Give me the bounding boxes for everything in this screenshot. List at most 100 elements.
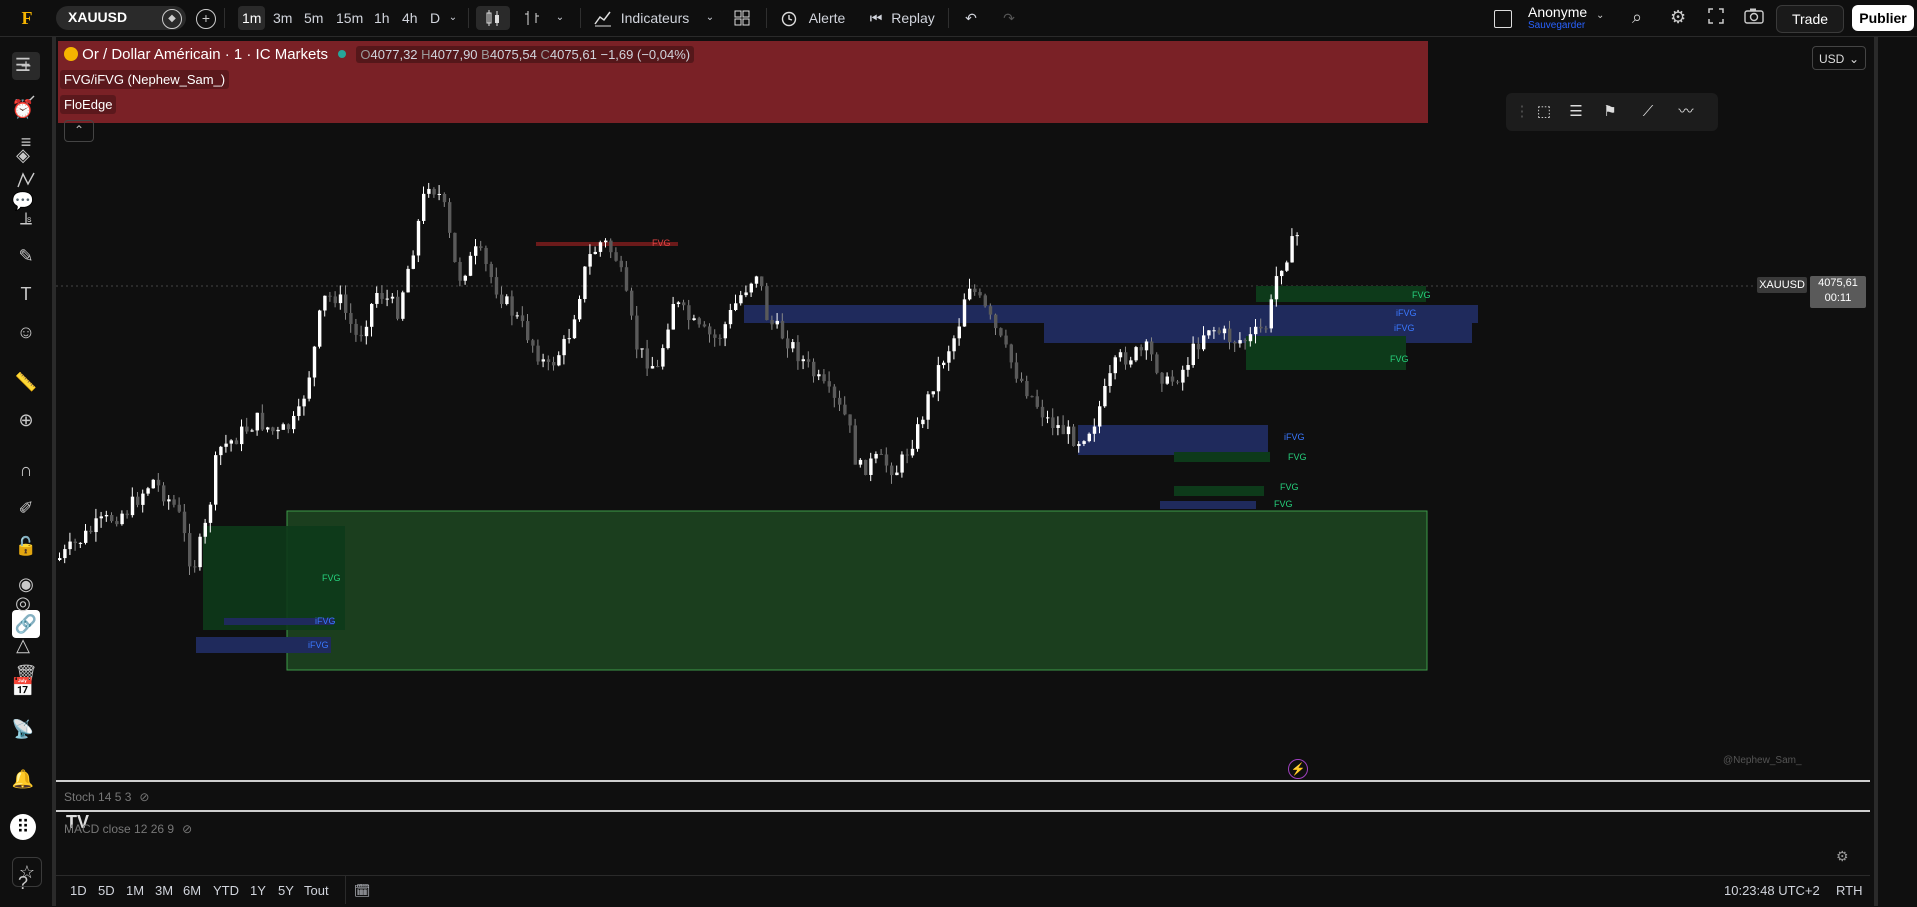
layers-icon[interactable]: ◈ [10, 142, 36, 168]
candle-body [1077, 443, 1081, 447]
range-6m[interactable]: 6M [183, 883, 201, 898]
range-5y[interactable]: 5Y [278, 883, 294, 898]
publish-button[interactable]: Publier [1852, 5, 1914, 31]
emoji-icon[interactable]: ☺ [12, 318, 40, 346]
pane-separator[interactable] [56, 780, 1870, 782]
indicators-icon[interactable] [592, 6, 614, 30]
range-1d[interactable]: 1D [70, 883, 87, 898]
candle-body [562, 338, 566, 356]
timeframe-5m[interactable]: 5m [300, 6, 327, 30]
timeframe-1m[interactable]: 1m [238, 6, 266, 30]
range-5d[interactable]: 5D [98, 883, 115, 898]
camera-icon[interactable] [1744, 8, 1764, 24]
ideas-icon[interactable]: △ [10, 632, 36, 658]
chart-type-dropdown-icon[interactable]: ⌄ [553, 6, 567, 30]
magnet-icon[interactable]: ∩ [12, 456, 40, 484]
list-lines-icon[interactable]: ☰ [1564, 101, 1588, 123]
timeframe-d[interactable]: D [426, 6, 444, 30]
price-chart[interactable]: FVG iFVG iFVG FVG FVG iFVG iFVG FVG iFVG… [56, 40, 1870, 780]
chart-canvas[interactable]: FVG iFVG iFVG FVG FVG iFVG iFVG FVG iFVG… [56, 40, 1870, 780]
candle-body [770, 320, 774, 325]
lightning-event-icon[interactable]: ⚡ [1288, 759, 1308, 779]
notification-bell-icon[interactable]: 🔔 [10, 766, 36, 792]
calendar-icon[interactable]: 📅 [10, 674, 36, 700]
range-3m[interactable]: 3M [155, 883, 173, 898]
pane-separator[interactable] [56, 810, 1870, 812]
user-name[interactable]: Anonyme [1528, 4, 1587, 20]
symbol-settings-icon[interactable]: ◆ [162, 9, 182, 29]
fullscreen-icon[interactable] [1708, 8, 1724, 24]
zone-label: FVG [1274, 499, 1293, 509]
help-icon[interactable]: ? [10, 870, 36, 896]
timeframe-dropdown-icon[interactable]: ⌄ [446, 6, 460, 30]
rectangle-icon[interactable]: ⬚ [1532, 101, 1556, 123]
stoch-pane-label[interactable]: Stoch 14 5 3 ⊘ [64, 790, 149, 804]
settings-gear-icon[interactable]: ⚙ [1670, 7, 1686, 28]
unlock-icon[interactable]: 🔓 [12, 532, 40, 560]
pane-settings-icon[interactable]: ⚙ [1836, 848, 1849, 865]
range-1y[interactable]: 1Y [250, 883, 266, 898]
user-checkbox-icon[interactable] [1494, 10, 1512, 28]
timeframe-1h[interactable]: 1h [370, 6, 394, 30]
session-rth[interactable]: RTH [1836, 883, 1862, 898]
collapse-legend-icon[interactable]: ⌃ [64, 120, 94, 142]
macd-pane-label[interactable]: MACD close 12 26 9 ⊘ [64, 822, 192, 836]
indicators-dropdown-icon[interactable]: ⌄ [700, 6, 720, 30]
save-status[interactable]: Sauvegarder [1528, 20, 1585, 31]
replay-button[interactable]: Replay [888, 6, 938, 30]
candle-body [921, 419, 925, 425]
indicator-floedge[interactable]: FloEdge [60, 95, 117, 114]
alerts-clock-icon[interactable]: ⏰ [10, 96, 36, 122]
zoom-in-icon[interactable]: ⊕ [12, 406, 40, 434]
candle-body [260, 412, 265, 430]
target-icon[interactable]: ◎ [10, 590, 36, 616]
watchlist-icon[interactable]: ☰ [10, 52, 36, 78]
candle-body [817, 374, 821, 377]
redo-icon[interactable]: ↷ [996, 6, 1022, 30]
indicator-fvg-ifvg[interactable]: FVG/iFVG (Nephew_Sam_) [60, 70, 230, 89]
indicators-button[interactable]: Indicateurs [618, 6, 692, 30]
apps-grid-icon[interactable]: ⠿ [10, 814, 36, 840]
candle-body [505, 296, 509, 305]
candle-body [266, 427, 270, 430]
flag-icon[interactable]: ⚑ [1598, 101, 1622, 123]
add-symbol-icon[interactable]: + [196, 9, 216, 29]
clock-time[interactable]: 10:23:48 UTC+2 [1724, 883, 1820, 898]
candle-body [141, 493, 145, 505]
hide-eye-icon[interactable]: ⊘ [139, 790, 149, 804]
chat-icon[interactable]: 💬 [10, 188, 36, 214]
broadcast-icon[interactable]: 📡 [10, 716, 36, 742]
candle-body [115, 521, 119, 525]
alert-button[interactable]: Alerte [804, 6, 850, 30]
candle-body [1202, 335, 1206, 350]
range-all[interactable]: Tout [304, 883, 329, 898]
alert-clock-icon[interactable] [776, 6, 802, 30]
text-tool-icon[interactable]: T [12, 280, 40, 308]
goto-date-icon[interactable]: 🗓 [354, 883, 371, 899]
brush-icon[interactable]: ✎ [12, 242, 40, 270]
quick-search-icon[interactable]: ⌕ [1632, 7, 1642, 28]
lock-drawing-icon[interactable]: ✐ [12, 494, 40, 522]
undo-icon[interactable]: ↶ [958, 6, 984, 30]
range-1m[interactable]: 1M [126, 883, 144, 898]
wave-icon[interactable]: 〰 [1674, 101, 1698, 123]
bar-chart-type-icon[interactable] [520, 6, 544, 30]
trade-button[interactable]: Trade [1776, 5, 1844, 33]
legend-symbol-line[interactable]: Or / Dollar Américain · 1 · IC Markets O… [64, 46, 695, 63]
app-logo-icon[interactable]: F [16, 7, 38, 29]
timeframe-3m[interactable]: 3m [269, 6, 296, 30]
replay-icon[interactable]: ⏮ [866, 6, 886, 30]
range-ytd[interactable]: YTD [213, 883, 239, 898]
currency-select[interactable]: USD ⌄ [1812, 46, 1866, 70]
timeframe-15m[interactable]: 15m [332, 6, 367, 30]
candle-body [796, 342, 800, 362]
user-dropdown-icon[interactable]: ⌄ [1596, 10, 1604, 21]
drag-handle-icon[interactable]: ⋮ [1510, 101, 1534, 123]
hide-eye-icon[interactable]: ⊘ [182, 822, 192, 836]
candle-body [214, 455, 218, 505]
line-tool-icon[interactable]: ⟋ [1636, 101, 1660, 123]
timeframe-4h[interactable]: 4h [398, 6, 422, 30]
layout-grid-icon[interactable] [730, 6, 754, 30]
candles-chart-type-icon[interactable] [476, 6, 510, 30]
ruler-icon[interactable]: 📏 [12, 368, 40, 396]
